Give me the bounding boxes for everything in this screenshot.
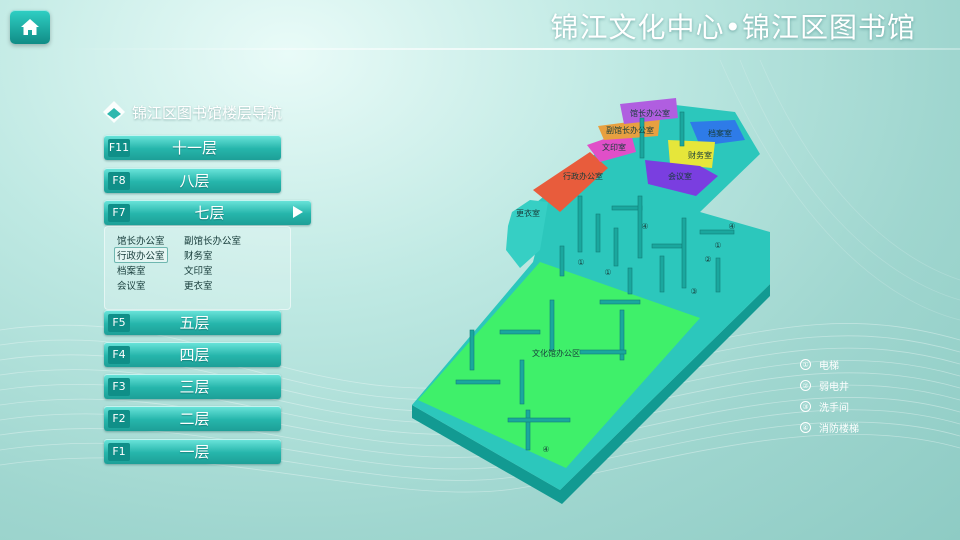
- legend-item: ④ 消防楼梯: [800, 417, 859, 438]
- legend-number: ②: [800, 380, 811, 391]
- legend-label: 消防楼梯: [819, 424, 859, 435]
- legend-label: 弱电井: [819, 382, 849, 393]
- legend-number: ③: [800, 401, 811, 412]
- map-label-office-area: 文化馆办公区: [532, 348, 580, 358]
- map-label-vice-director: 副馆长办公室: [606, 125, 654, 135]
- map-label-print: 文印室: [602, 142, 626, 152]
- map-label-admin: 行政办公室: [563, 171, 603, 181]
- map-label-meeting: 会议室: [668, 171, 692, 181]
- legend-item: ① 电梯: [800, 354, 859, 375]
- legend-label: 洗手间: [819, 403, 849, 414]
- legend-number: ①: [800, 359, 811, 370]
- elevator-marker: ①: [714, 241, 721, 250]
- shaft-marker: ②: [704, 255, 711, 264]
- stairs-marker: ④: [641, 222, 648, 231]
- elevator-marker: ①: [577, 258, 584, 267]
- restroom-marker: ③: [690, 287, 697, 296]
- map-label-director: 馆长办公室: [630, 108, 670, 118]
- map-legend: ① 电梯 ② 弱电井 ③ 洗手间 ④ 消防楼梯: [800, 354, 859, 438]
- map-label-finance: 财务室: [688, 150, 712, 160]
- floor-map-3d: 馆长办公室 副馆长办公室 档案室 文印室 财务室 会议室 行政办公室 更衣室 文…: [412, 98, 770, 504]
- map-label-archive: 档案室: [708, 128, 732, 138]
- elevator-marker: ①: [604, 268, 611, 277]
- legend-item: ③ 洗手间: [800, 396, 859, 417]
- legend-number: ④: [800, 422, 811, 433]
- legend-label: 电梯: [819, 361, 839, 372]
- map-label-locker: 更衣室: [516, 208, 540, 218]
- stairs-marker: ④: [542, 445, 549, 454]
- legend-item: ② 弱电井: [800, 375, 859, 396]
- stairs-marker: ④: [728, 222, 735, 231]
